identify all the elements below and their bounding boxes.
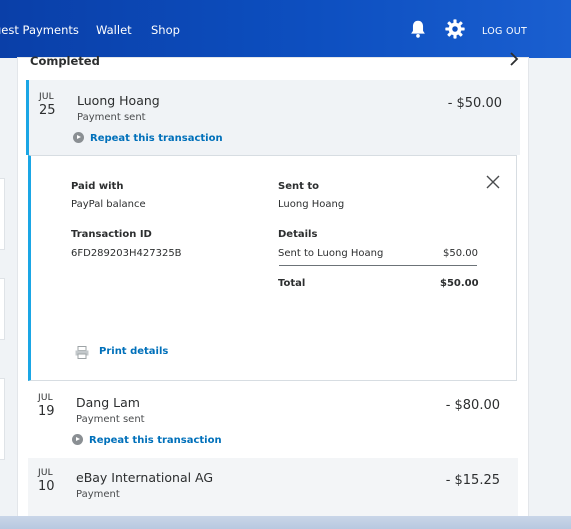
transaction-month: JUL xyxy=(38,393,53,403)
sent-to-value: Luong Hoang xyxy=(278,199,345,210)
repeat-transaction-link[interactable]: Repeat this transaction xyxy=(72,434,222,446)
transaction-type: Payment sent xyxy=(76,414,145,425)
transaction-amount: - $50.00 xyxy=(447,96,502,111)
left-panel-edge xyxy=(0,58,18,518)
taskbar-edge xyxy=(0,516,571,529)
divider xyxy=(279,265,477,266)
transaction-name: Luong Hoang xyxy=(77,93,160,108)
paid-with-value: PayPal balance xyxy=(71,199,146,210)
gear-icon[interactable] xyxy=(444,18,466,40)
top-navigation-bar: uest Payments Wallet Shop LOG OUT xyxy=(0,0,571,58)
transaction-id-value: 6FD289203H427325B xyxy=(71,248,182,259)
transaction-amount: - $80.00 xyxy=(445,398,500,413)
left-card-edge xyxy=(0,178,5,250)
transaction-month: JUL xyxy=(39,92,54,102)
repeat-label: Repeat this transaction xyxy=(89,435,222,446)
line-item-label: Sent to Luong Hoang xyxy=(278,248,384,259)
transaction-month: JUL xyxy=(38,468,53,478)
printer-icon[interactable] xyxy=(75,346,89,359)
transaction-row[interactable]: JUL 10 eBay International AG Payment - $… xyxy=(28,458,518,516)
nav-link-shop[interactable]: Shop xyxy=(151,23,180,37)
transaction-day: 25 xyxy=(39,103,56,118)
transaction-id-label: Transaction ID xyxy=(71,229,152,240)
transaction-day: 19 xyxy=(38,404,55,419)
repeat-label: Repeat this transaction xyxy=(90,133,223,144)
total-amount: $50.00 xyxy=(440,278,479,289)
total-label: Total xyxy=(278,278,306,289)
transaction-name: eBay International AG xyxy=(76,470,214,485)
play-icon xyxy=(73,132,84,143)
transaction-row[interactable]: JUL 25 Luong Hoang Payment sent - $50.00… xyxy=(26,80,520,155)
transaction-name: Dang Lam xyxy=(76,395,140,410)
logout-button[interactable]: LOG OUT xyxy=(482,26,527,37)
details-label: Details xyxy=(278,229,318,240)
line-item-amount: $50.00 xyxy=(443,248,478,259)
sent-to-label: Sent to xyxy=(278,181,320,192)
bell-icon[interactable] xyxy=(407,18,429,40)
close-icon[interactable] xyxy=(485,174,501,190)
transaction-day: 10 xyxy=(38,479,55,494)
left-card-edge xyxy=(0,278,5,340)
transaction-details-panel: Paid with PayPal balance Sent to Luong H… xyxy=(28,155,517,381)
section-title: Completed xyxy=(30,54,100,68)
nav-link-requests[interactable]: uest Payments xyxy=(0,23,79,37)
paid-with-label: Paid with xyxy=(71,181,124,192)
left-card-edge xyxy=(0,378,5,460)
print-details-link[interactable]: Print details xyxy=(99,346,168,357)
repeat-transaction-link[interactable]: Repeat this transaction xyxy=(73,132,223,144)
play-icon xyxy=(72,434,83,445)
transaction-row[interactable]: JUL 19 Dang Lam Payment sent - $80.00 Re… xyxy=(28,382,518,456)
transaction-type: Payment xyxy=(76,489,120,500)
nav-link-wallet[interactable]: Wallet xyxy=(96,23,132,37)
transaction-type: Payment sent xyxy=(77,112,146,123)
chevron-right-icon[interactable] xyxy=(509,52,519,66)
transaction-amount: - $15.25 xyxy=(445,473,500,488)
